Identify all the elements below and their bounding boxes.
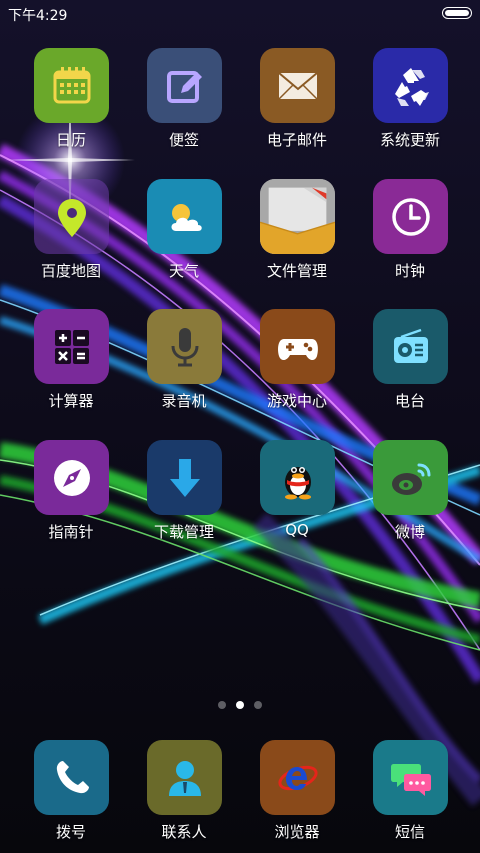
app-label: QQ xyxy=(285,521,309,539)
app-baidu-map[interactable]: 百度地图 xyxy=(16,179,126,289)
app-label: 天气 xyxy=(168,262,199,280)
dock-app-phone[interactable]: 拨号 xyxy=(16,740,126,850)
app-weather[interactable]: 天气 xyxy=(129,179,239,289)
app-label: 系统更新 xyxy=(379,131,440,149)
app-file-manager[interactable]: 文件管理 xyxy=(242,179,352,289)
clock-icon xyxy=(373,179,448,254)
app-download-manager[interactable]: 下载管理 xyxy=(129,440,239,550)
app-label: 微博 xyxy=(394,523,425,541)
dock-app-messages[interactable]: 短信 xyxy=(355,740,465,850)
radio-icon xyxy=(373,309,448,384)
microphone-icon xyxy=(147,309,222,384)
app-label: 时钟 xyxy=(394,262,425,280)
note-edit-icon xyxy=(147,48,222,123)
app-label: 拨号 xyxy=(55,823,86,841)
page-dot[interactable] xyxy=(254,701,262,709)
app-calendar[interactable]: 日历 xyxy=(16,48,126,158)
app-label: 电台 xyxy=(394,392,425,410)
calculator-icon xyxy=(34,309,109,384)
status-time: 下午4:29 xyxy=(8,8,68,24)
app-label: 联系人 xyxy=(161,823,207,841)
app-qq[interactable]: QQ xyxy=(242,440,352,550)
app-label: 短信 xyxy=(394,823,425,841)
app-label: 录音机 xyxy=(161,392,207,410)
browser-ie-icon xyxy=(260,740,335,815)
contact-person-icon xyxy=(147,740,222,815)
app-system-update[interactable]: 系统更新 xyxy=(355,48,465,158)
qq-penguin-icon xyxy=(260,440,335,515)
weather-sun-cloud-icon xyxy=(147,179,222,254)
app-label: 电子邮件 xyxy=(266,131,327,149)
page-dot[interactable] xyxy=(218,701,226,709)
calendar-icon xyxy=(34,48,109,123)
status-bar: 下午4:29 xyxy=(0,0,480,28)
app-weibo[interactable]: 微博 xyxy=(355,440,465,550)
app-label: 百度地图 xyxy=(40,262,101,280)
dock-app-browser[interactable]: 浏览器 xyxy=(242,740,352,850)
message-bubbles-icon xyxy=(373,740,448,815)
app-game-center[interactable]: 游戏中心 xyxy=(242,309,352,419)
app-label: 计算器 xyxy=(48,392,94,410)
app-notes[interactable]: 便签 xyxy=(129,48,239,158)
app-label: 指南针 xyxy=(48,523,94,541)
compass-icon xyxy=(34,440,109,515)
app-recorder[interactable]: 录音机 xyxy=(129,309,239,419)
page-dot-active[interactable] xyxy=(236,701,244,709)
page-indicator[interactable] xyxy=(0,701,480,711)
app-label: 下载管理 xyxy=(153,523,214,541)
app-label: 日历 xyxy=(55,131,86,149)
map-pin-icon xyxy=(34,179,109,254)
mail-envelope-icon xyxy=(260,48,335,123)
app-compass[interactable]: 指南针 xyxy=(16,440,126,550)
download-arrow-icon xyxy=(147,440,222,515)
app-clock[interactable]: 时钟 xyxy=(355,179,465,289)
app-label: 文件管理 xyxy=(266,262,327,280)
dock-app-contacts[interactable]: 联系人 xyxy=(129,740,239,850)
app-label: 便签 xyxy=(168,131,199,149)
app-email[interactable]: 电子邮件 xyxy=(242,48,352,158)
weibo-icon xyxy=(373,440,448,515)
app-label: 游戏中心 xyxy=(266,392,327,410)
battery-icon xyxy=(442,7,472,19)
phone-icon xyxy=(34,740,109,815)
app-calculator[interactable]: 计算器 xyxy=(16,309,126,419)
recycle-update-icon xyxy=(373,48,448,123)
app-label: 浏览器 xyxy=(274,823,320,841)
app-radio[interactable]: 电台 xyxy=(355,309,465,419)
gamepad-icon xyxy=(260,309,335,384)
folder-icon xyxy=(260,179,335,254)
